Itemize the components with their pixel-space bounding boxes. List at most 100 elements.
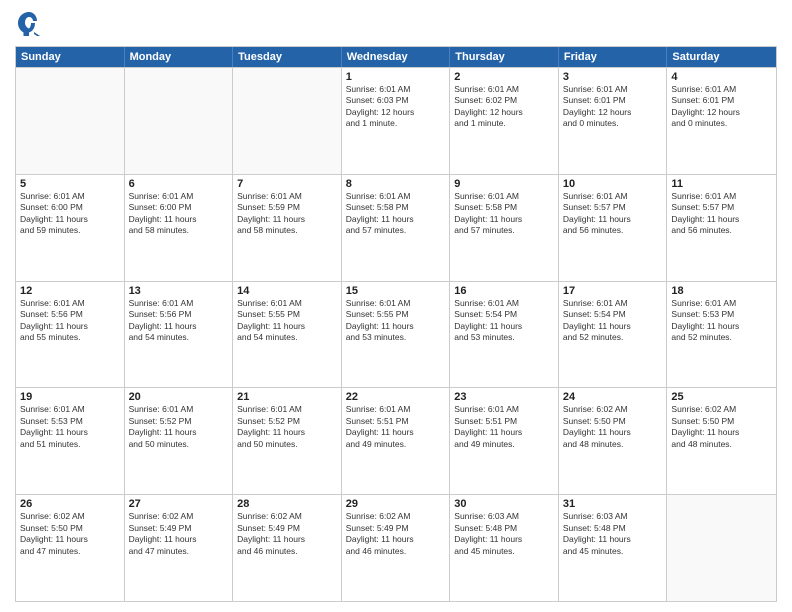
day-number: 27	[129, 498, 229, 510]
calendar-row-1: 1Sunrise: 6:01 AMSunset: 6:03 PMDaylight…	[16, 67, 776, 174]
page: SundayMondayTuesdayWednesdayThursdayFrid…	[0, 0, 792, 612]
calendar-day-31: 31Sunrise: 6:03 AMSunset: 5:48 PMDayligh…	[559, 495, 668, 601]
calendar-day-3: 3Sunrise: 6:01 AMSunset: 6:01 PMDaylight…	[559, 68, 668, 174]
weekday-header-thursday: Thursday	[450, 47, 559, 67]
day-number: 11	[671, 178, 772, 190]
logo	[15, 10, 47, 38]
calendar-day-17: 17Sunrise: 6:01 AMSunset: 5:54 PMDayligh…	[559, 282, 668, 388]
calendar-day-25: 25Sunrise: 6:02 AMSunset: 5:50 PMDayligh…	[667, 388, 776, 494]
day-number: 5	[20, 178, 120, 190]
day-number: 16	[454, 285, 554, 297]
weekday-header-sunday: Sunday	[16, 47, 125, 67]
calendar-day-10: 10Sunrise: 6:01 AMSunset: 5:57 PMDayligh…	[559, 175, 668, 281]
day-info: Sunrise: 6:01 AMSunset: 5:52 PMDaylight:…	[237, 404, 337, 450]
day-info: Sunrise: 6:01 AMSunset: 5:54 PMDaylight:…	[454, 298, 554, 344]
calendar-day-21: 21Sunrise: 6:01 AMSunset: 5:52 PMDayligh…	[233, 388, 342, 494]
day-number: 28	[237, 498, 337, 510]
calendar-day-23: 23Sunrise: 6:01 AMSunset: 5:51 PMDayligh…	[450, 388, 559, 494]
day-number: 4	[671, 71, 772, 83]
day-info: Sunrise: 6:03 AMSunset: 5:48 PMDaylight:…	[454, 511, 554, 557]
calendar-day-14: 14Sunrise: 6:01 AMSunset: 5:55 PMDayligh…	[233, 282, 342, 388]
day-info: Sunrise: 6:01 AMSunset: 6:00 PMDaylight:…	[129, 191, 229, 237]
day-number: 6	[129, 178, 229, 190]
day-number: 9	[454, 178, 554, 190]
day-number: 24	[563, 391, 663, 403]
day-info: Sunrise: 6:02 AMSunset: 5:50 PMDaylight:…	[563, 404, 663, 450]
day-info: Sunrise: 6:01 AMSunset: 5:53 PMDaylight:…	[671, 298, 772, 344]
calendar-day-2: 2Sunrise: 6:01 AMSunset: 6:02 PMDaylight…	[450, 68, 559, 174]
day-info: Sunrise: 6:01 AMSunset: 6:00 PMDaylight:…	[20, 191, 120, 237]
day-info: Sunrise: 6:03 AMSunset: 5:48 PMDaylight:…	[563, 511, 663, 557]
day-info: Sunrise: 6:02 AMSunset: 5:50 PMDaylight:…	[20, 511, 120, 557]
calendar-day-empty	[16, 68, 125, 174]
day-info: Sunrise: 6:01 AMSunset: 5:57 PMDaylight:…	[563, 191, 663, 237]
day-number: 20	[129, 391, 229, 403]
day-number: 2	[454, 71, 554, 83]
calendar-body: 1Sunrise: 6:01 AMSunset: 6:03 PMDaylight…	[16, 67, 776, 601]
day-number: 19	[20, 391, 120, 403]
day-number: 12	[20, 285, 120, 297]
weekday-header-saturday: Saturday	[667, 47, 776, 67]
day-info: Sunrise: 6:01 AMSunset: 5:57 PMDaylight:…	[671, 191, 772, 237]
day-info: Sunrise: 6:01 AMSunset: 5:58 PMDaylight:…	[454, 191, 554, 237]
calendar-day-empty	[233, 68, 342, 174]
day-number: 31	[563, 498, 663, 510]
day-info: Sunrise: 6:01 AMSunset: 5:53 PMDaylight:…	[20, 404, 120, 450]
day-number: 23	[454, 391, 554, 403]
day-number: 15	[346, 285, 446, 297]
day-number: 3	[563, 71, 663, 83]
calendar-day-20: 20Sunrise: 6:01 AMSunset: 5:52 PMDayligh…	[125, 388, 234, 494]
day-number: 14	[237, 285, 337, 297]
day-number: 30	[454, 498, 554, 510]
day-info: Sunrise: 6:01 AMSunset: 6:02 PMDaylight:…	[454, 84, 554, 130]
calendar-day-24: 24Sunrise: 6:02 AMSunset: 5:50 PMDayligh…	[559, 388, 668, 494]
day-info: Sunrise: 6:01 AMSunset: 5:55 PMDaylight:…	[237, 298, 337, 344]
day-info: Sunrise: 6:01 AMSunset: 5:54 PMDaylight:…	[563, 298, 663, 344]
calendar-day-19: 19Sunrise: 6:01 AMSunset: 5:53 PMDayligh…	[16, 388, 125, 494]
day-info: Sunrise: 6:01 AMSunset: 5:51 PMDaylight:…	[454, 404, 554, 450]
calendar-row-4: 19Sunrise: 6:01 AMSunset: 5:53 PMDayligh…	[16, 387, 776, 494]
day-number: 13	[129, 285, 229, 297]
calendar-day-1: 1Sunrise: 6:01 AMSunset: 6:03 PMDaylight…	[342, 68, 451, 174]
day-number: 10	[563, 178, 663, 190]
day-info: Sunrise: 6:01 AMSunset: 5:56 PMDaylight:…	[129, 298, 229, 344]
day-info: Sunrise: 6:01 AMSunset: 5:51 PMDaylight:…	[346, 404, 446, 450]
day-number: 22	[346, 391, 446, 403]
day-number: 25	[671, 391, 772, 403]
day-info: Sunrise: 6:01 AMSunset: 6:01 PMDaylight:…	[563, 84, 663, 130]
calendar-row-5: 26Sunrise: 6:02 AMSunset: 5:50 PMDayligh…	[16, 494, 776, 601]
calendar-day-28: 28Sunrise: 6:02 AMSunset: 5:49 PMDayligh…	[233, 495, 342, 601]
calendar-header: SundayMondayTuesdayWednesdayThursdayFrid…	[16, 47, 776, 67]
day-info: Sunrise: 6:01 AMSunset: 5:52 PMDaylight:…	[129, 404, 229, 450]
calendar-day-26: 26Sunrise: 6:02 AMSunset: 5:50 PMDayligh…	[16, 495, 125, 601]
day-info: Sunrise: 6:01 AMSunset: 5:55 PMDaylight:…	[346, 298, 446, 344]
calendar-day-22: 22Sunrise: 6:01 AMSunset: 5:51 PMDayligh…	[342, 388, 451, 494]
calendar-day-8: 8Sunrise: 6:01 AMSunset: 5:58 PMDaylight…	[342, 175, 451, 281]
calendar-day-30: 30Sunrise: 6:03 AMSunset: 5:48 PMDayligh…	[450, 495, 559, 601]
day-info: Sunrise: 6:01 AMSunset: 6:01 PMDaylight:…	[671, 84, 772, 130]
calendar-row-2: 5Sunrise: 6:01 AMSunset: 6:00 PMDaylight…	[16, 174, 776, 281]
day-info: Sunrise: 6:01 AMSunset: 5:59 PMDaylight:…	[237, 191, 337, 237]
day-number: 21	[237, 391, 337, 403]
day-info: Sunrise: 6:02 AMSunset: 5:49 PMDaylight:…	[129, 511, 229, 557]
weekday-header-friday: Friday	[559, 47, 668, 67]
calendar-day-11: 11Sunrise: 6:01 AMSunset: 5:57 PMDayligh…	[667, 175, 776, 281]
calendar-day-7: 7Sunrise: 6:01 AMSunset: 5:59 PMDaylight…	[233, 175, 342, 281]
day-number: 17	[563, 285, 663, 297]
calendar-day-empty	[667, 495, 776, 601]
day-number: 29	[346, 498, 446, 510]
calendar-day-empty	[125, 68, 234, 174]
day-number: 8	[346, 178, 446, 190]
day-number: 1	[346, 71, 446, 83]
calendar-day-9: 9Sunrise: 6:01 AMSunset: 5:58 PMDaylight…	[450, 175, 559, 281]
day-info: Sunrise: 6:02 AMSunset: 5:49 PMDaylight:…	[346, 511, 446, 557]
day-info: Sunrise: 6:01 AMSunset: 5:58 PMDaylight:…	[346, 191, 446, 237]
calendar-day-27: 27Sunrise: 6:02 AMSunset: 5:49 PMDayligh…	[125, 495, 234, 601]
calendar-day-29: 29Sunrise: 6:02 AMSunset: 5:49 PMDayligh…	[342, 495, 451, 601]
logo-icon	[15, 10, 43, 38]
day-info: Sunrise: 6:01 AMSunset: 6:03 PMDaylight:…	[346, 84, 446, 130]
day-info: Sunrise: 6:02 AMSunset: 5:50 PMDaylight:…	[671, 404, 772, 450]
header	[15, 10, 777, 38]
weekday-header-monday: Monday	[125, 47, 234, 67]
weekday-header-wednesday: Wednesday	[342, 47, 451, 67]
